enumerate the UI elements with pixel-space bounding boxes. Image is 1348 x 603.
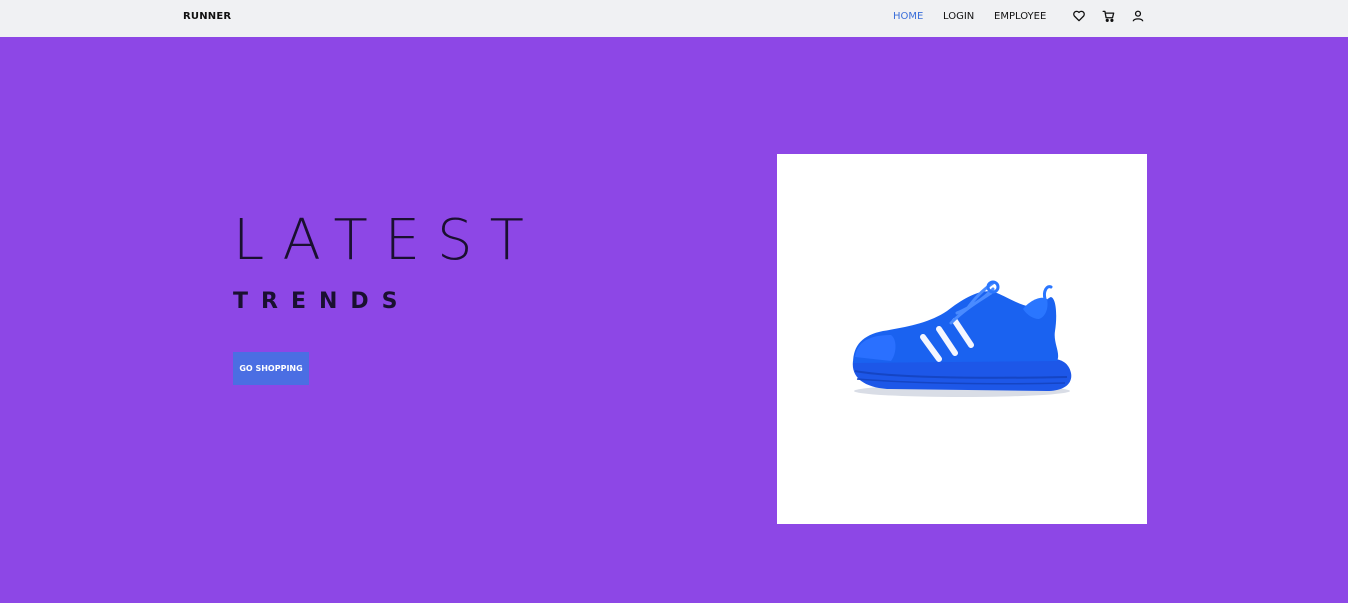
cart-icon[interactable] [1102, 9, 1116, 23]
sneaker-image [852, 280, 1072, 397]
product-image-card [777, 154, 1147, 524]
nav-link-login[interactable]: LOGIN [943, 11, 974, 22]
nav-link-home[interactable]: HOME [893, 11, 923, 22]
hero-section: LATEST TRENDS GO SHOPPING [0, 37, 1348, 603]
nav-link-employee[interactable]: EMPLOYEE [994, 11, 1046, 22]
go-shopping-button[interactable]: GO SHOPPING [233, 352, 309, 385]
user-icon[interactable] [1131, 9, 1145, 23]
navbar: RUNNER HOME LOGIN EMPLOYEE [0, 0, 1348, 37]
hero-title: LATEST [233, 208, 541, 273]
heart-icon[interactable] [1072, 9, 1086, 23]
brand-logo[interactable]: RUNNER [183, 11, 231, 22]
hero-subtitle: TRENDS [233, 289, 411, 314]
